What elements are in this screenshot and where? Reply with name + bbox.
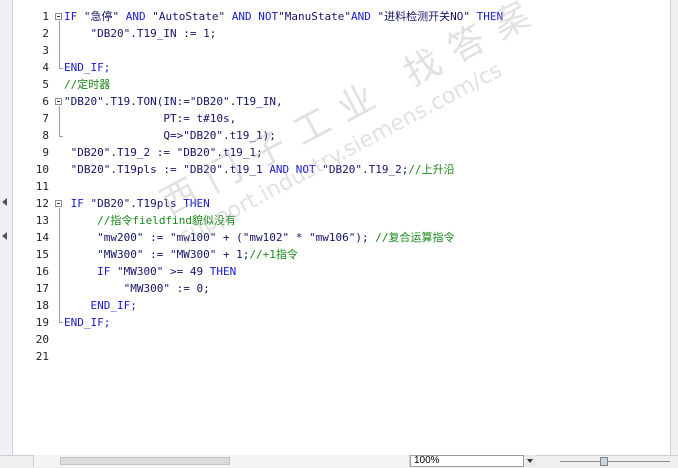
code-token: "DB20".T19_2;	[315, 163, 409, 176]
code-token: //指令fieldfind貌似没有	[64, 214, 236, 227]
fold-toggle-icon-ton[interactable]	[55, 98, 62, 105]
zoom-dropdown-arrow-icon[interactable]	[523, 455, 536, 467]
line-number: 20	[35, 333, 49, 346]
fold-guide	[59, 21, 60, 68]
line-number: 15	[35, 248, 49, 261]
code-line[interactable]: "mw200" := "mw100" + ("mw102" * "mw106")…	[64, 229, 455, 246]
line-number: 21	[35, 350, 49, 363]
line-number: 3	[42, 44, 49, 57]
line-number: 1	[42, 10, 49, 23]
code-line[interactable]: END_IF;	[64, 59, 110, 76]
code-token: //复合运算指令	[375, 231, 455, 244]
code-token: THEN	[183, 197, 210, 210]
code-token: END_IF;	[64, 61, 111, 74]
line-number: 10	[35, 163, 49, 176]
line-number: 9	[42, 146, 49, 159]
code-editor[interactable]: IF "急停" AND "AutoState" AND NOT"ManuStat…	[64, 0, 670, 455]
code-line[interactable]: "DB20".T19.TON(IN:="DB20".T19_IN,	[64, 93, 283, 110]
fold-guide	[59, 208, 60, 322]
code-line[interactable]: "MW300" := 0;	[64, 280, 210, 297]
code-token: "DB20".T19_2 := "DB20".t19_1;	[64, 146, 263, 159]
code-token: AND NOT	[269, 163, 316, 176]
line-number: 16	[35, 265, 49, 278]
code-line[interactable]: END_IF;	[64, 297, 137, 314]
line-number: 17	[35, 282, 49, 295]
code-line[interactable]: PT:= t#10s,	[64, 110, 236, 127]
zoom-value: 100%	[414, 455, 440, 466]
collapse-arrow-icon[interactable]	[2, 198, 7, 206]
code-token: "进料检测开关NO"	[377, 10, 470, 23]
code-token: AND	[225, 10, 259, 23]
fold-toggle-icon-if[interactable]	[55, 13, 62, 20]
code-token: "MW300" := 0;	[64, 282, 210, 295]
code-token: END_IF;	[64, 316, 111, 329]
code-token: PT:= t#10s,	[64, 112, 237, 125]
code-token: "DB20".T19_IN := 1;	[64, 27, 217, 40]
code-line[interactable]: IF "DB20".T19pls THEN	[64, 195, 210, 212]
line-number: 11	[35, 180, 49, 193]
code-line[interactable]: //指令fieldfind貌似没有	[64, 212, 236, 229]
code-token: IF	[64, 265, 117, 278]
code-token: AND	[350, 10, 378, 23]
line-number: 12	[35, 197, 49, 210]
zoom-slider[interactable]	[560, 461, 670, 462]
fold-guide	[59, 106, 60, 136]
line-number: 8	[42, 129, 49, 142]
code-token: //上升沿	[408, 163, 455, 176]
horizontal-scroll-thumb[interactable]	[60, 457, 230, 465]
code-token: "ManuState"	[278, 10, 351, 23]
zoom-select[interactable]: 100%	[410, 455, 536, 467]
code-token: IF	[64, 197, 91, 210]
code-token: "AutoState"	[152, 10, 226, 23]
line-number: 5	[42, 78, 49, 91]
fold-toggle-icon-if2[interactable]	[55, 200, 62, 207]
line-number: 4	[42, 61, 49, 74]
code-token: IF	[64, 10, 84, 23]
fold-end-marker	[59, 322, 63, 323]
code-token: AND	[119, 10, 153, 23]
vertical-scrollbar[interactable]	[670, 0, 678, 455]
code-line[interactable]: //定时器	[64, 76, 110, 93]
code-token: "MW300" := "MW300" + 1;	[64, 248, 250, 261]
code-line[interactable]: IF "急停" AND "AutoState" AND NOT"ManuStat…	[64, 8, 503, 25]
code-token: END_IF;	[64, 299, 137, 312]
code-token: //+1指令	[249, 248, 298, 261]
code-line[interactable]: IF "MW300" >= 49 THEN	[64, 263, 236, 280]
code-token: (IN:="DB20".T19_IN,	[156, 95, 283, 108]
fold-end-marker	[59, 68, 63, 69]
left-panel-strip[interactable]	[0, 0, 13, 455]
line-number: 7	[42, 112, 49, 125]
code-line[interactable]: "DB20".T19_IN := 1;	[64, 25, 216, 42]
code-token: "DB20".T19pls	[90, 197, 184, 210]
code-line[interactable]: END_IF;	[64, 314, 110, 331]
line-number: 2	[42, 27, 49, 40]
code-token: TON	[136, 95, 157, 108]
code-token: "DB20".T19pls := "DB20".t19_1	[64, 163, 270, 176]
line-number: 18	[35, 299, 49, 312]
code-line[interactable]: "DB20".T19_2 := "DB20".t19_1;	[64, 144, 263, 161]
code-line[interactable]: Q=>"DB20".t19_1);	[64, 127, 276, 144]
fold-end-marker	[59, 136, 63, 137]
code-token: //定时器	[64, 78, 111, 91]
line-number: 19	[35, 316, 49, 329]
line-number: 6	[42, 95, 49, 108]
collapse-arrow-icon-2[interactable]	[2, 232, 7, 240]
code-token: NOT	[258, 10, 279, 23]
code-token: "急停"	[83, 10, 120, 23]
code-token: THEN	[209, 265, 237, 278]
code-token: "MW300" >= 49	[116, 265, 210, 278]
zoom-slider-thumb[interactable]	[600, 457, 608, 466]
code-token: Q=>"DB20".t19_1);	[64, 129, 276, 142]
code-token: "mw200" := "mw100" + ("mw102" * "mw106")…	[64, 231, 376, 244]
code-line[interactable]: "MW300" := "MW300" + 1;//+1指令	[64, 246, 298, 263]
line-number: 13	[35, 214, 49, 227]
code-line[interactable]: "DB20".T19pls := "DB20".t19_1 AND NOT "D…	[64, 161, 455, 178]
code-token: "DB20".T19.	[64, 95, 137, 108]
line-number: 14	[35, 231, 49, 244]
code-token: THEN	[469, 10, 504, 23]
